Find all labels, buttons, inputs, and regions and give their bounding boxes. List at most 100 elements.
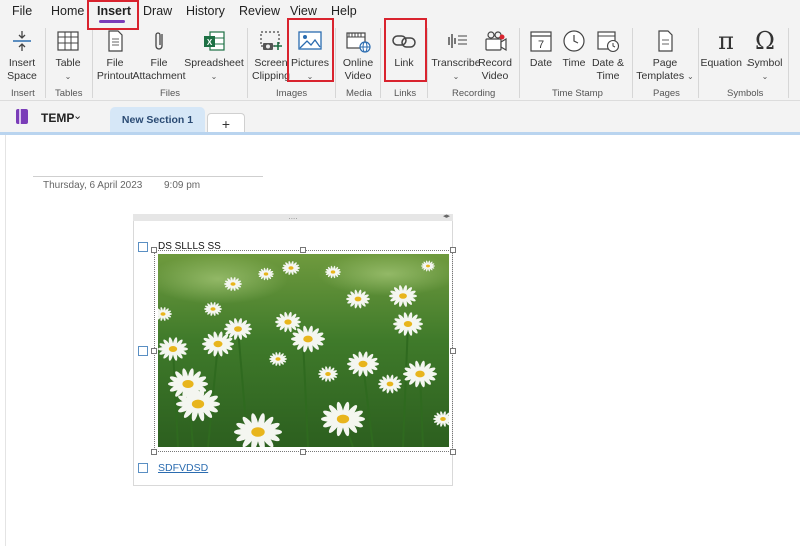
link-button[interactable]: Link <box>386 26 422 86</box>
chevron-down-icon: ⌄ <box>306 71 314 81</box>
insert-space-label-2: Space <box>7 69 37 82</box>
resize-handle[interactable] <box>300 449 306 455</box>
group-label-files: Files <box>160 88 181 99</box>
todo-checkbox[interactable] <box>138 242 148 252</box>
pictures-button[interactable]: Pictures ⌄ <box>290 26 330 86</box>
equation-label: Equation <box>700 57 742 69</box>
group-label-time-stamp: Time Stamp <box>552 88 603 99</box>
date-time-label-1: Date & <box>591 57 625 69</box>
insert-space-label-1: Insert <box>8 57 36 69</box>
chevron-down-icon: ⌄ <box>687 71 694 81</box>
insert-space-button[interactable]: Insert Space <box>4 26 40 86</box>
record-video-button[interactable]: Record Video <box>477 26 513 86</box>
chevron-down-icon: ⌄ <box>64 71 72 81</box>
page-title-field[interactable] <box>33 176 263 177</box>
menu-file[interactable]: File <box>12 4 32 18</box>
menu-history[interactable]: History <box>186 4 225 18</box>
page-time: 9:09 pm <box>164 180 201 191</box>
menu-home[interactable]: Home <box>51 4 84 18</box>
table-button[interactable]: Table ⌄ <box>50 26 86 86</box>
group-label-pages: Pages <box>653 88 680 99</box>
resize-handle[interactable] <box>151 449 157 455</box>
insert-space-icon <box>7 28 37 54</box>
notebook-bar: TEMP ⌄ New Section 1 + <box>0 101 800 133</box>
spreadsheet-label: Spreadsheet <box>184 57 244 69</box>
file-printout-label-2: Printout <box>96 69 134 82</box>
link-icon <box>389 28 419 54</box>
pictures-label: Pictures <box>291 57 329 69</box>
table-label: Table <box>55 57 81 69</box>
menu-view[interactable]: View <box>290 4 317 18</box>
ribbon: Insert Space Table ⌄ File Printout File Atta… <box>0 24 800 101</box>
group-label-tables: Tables <box>55 88 83 99</box>
screen-clipping-icon <box>256 28 286 54</box>
add-section-button[interactable]: + <box>207 113 245 133</box>
chevron-down-icon[interactable]: ⌄ <box>73 109 82 122</box>
ribbon-separator <box>247 28 248 98</box>
ribbon-separator <box>788 28 789 98</box>
omega-glyph: Ω <box>755 27 775 55</box>
daisy-photo[interactable] <box>158 254 449 447</box>
page-templates-button[interactable]: Page Templates ⌄ <box>636 26 694 86</box>
menu-draw[interactable]: Draw <box>143 4 172 18</box>
online-video-button[interactable]: Online Video <box>340 26 376 86</box>
file-attachment-button[interactable]: File Attachment <box>132 26 186 86</box>
menu-review[interactable]: Review <box>239 4 280 18</box>
online-video-label-1: Online <box>342 57 374 69</box>
drag-handle-dots: .... <box>288 212 298 221</box>
pi-glyph: π <box>718 27 734 55</box>
screen-clipping-button[interactable]: Screen Clipping <box>252 26 290 86</box>
group-label-media: Media <box>346 88 372 99</box>
resize-handle[interactable] <box>450 247 456 253</box>
spreadsheet-button[interactable]: X Spreadsheet ⌄ <box>184 26 244 86</box>
ribbon-separator <box>45 28 46 98</box>
notebook-icon <box>16 109 28 124</box>
chevron-down-icon: ⌄ <box>210 71 218 81</box>
active-tab-indicator <box>99 20 125 23</box>
record-video-label-1: Record <box>478 57 512 69</box>
page-templates-label-1: Page <box>652 57 678 69</box>
file-printout-icon <box>100 28 130 54</box>
transcribe-label: Transcribe <box>431 57 481 69</box>
resize-arrows-icon[interactable]: ◂▸ <box>443 213 450 220</box>
resize-handle[interactable] <box>300 247 306 253</box>
group-label-images: Images <box>276 88 308 99</box>
file-attachment-label-1: File <box>150 57 168 69</box>
chevron-down-icon: ⌄ <box>452 71 460 81</box>
date-time-label-2: Time <box>596 69 620 82</box>
chevron-down-icon: ⌄ <box>761 71 769 81</box>
ribbon-separator <box>380 28 381 98</box>
online-video-icon <box>343 28 373 54</box>
hyperlink-text[interactable]: SDFVDSD <box>158 462 208 474</box>
equation-button[interactable]: π Equation ⌄ <box>700 26 751 86</box>
resize-handle[interactable] <box>450 348 456 354</box>
screen-clipping-label-1: Screen <box>254 57 288 69</box>
transcribe-button[interactable]: Transcribe ⌄ <box>431 26 481 86</box>
note-container-handle[interactable]: .... ◂▸ <box>133 212 453 221</box>
ribbon-separator <box>427 28 428 98</box>
todo-checkbox[interactable] <box>138 463 148 473</box>
svg-text:X: X <box>207 38 213 47</box>
menu-insert[interactable]: Insert <box>97 4 131 18</box>
file-printout-label-1: File <box>106 57 124 69</box>
ribbon-separator <box>335 28 336 98</box>
notebook-name[interactable]: TEMP <box>41 111 74 125</box>
menu-help[interactable]: Help <box>331 4 357 18</box>
section-tab-new-section-1[interactable]: New Section 1 <box>110 107 205 133</box>
date-time-button[interactable]: Date & Time <box>590 26 626 86</box>
todo-checkbox[interactable] <box>138 346 148 356</box>
resize-handle[interactable] <box>450 449 456 455</box>
page-template-icon <box>650 28 680 54</box>
symbol-button[interactable]: Ω Symbol ⌄ <box>747 26 783 86</box>
time-button[interactable]: Time <box>558 26 590 86</box>
calendar-icon: 7 <box>526 28 556 54</box>
resize-handle[interactable] <box>151 348 157 354</box>
file-printout-button[interactable]: File Printout <box>97 26 133 86</box>
resize-handle[interactable] <box>151 247 157 253</box>
group-label-links: Links <box>394 88 417 99</box>
ribbon-separator <box>698 28 699 98</box>
record-video-label-2: Video <box>481 69 509 82</box>
screen-clipping-label-2: Clipping <box>252 69 290 82</box>
picture-icon <box>295 28 325 54</box>
date-button[interactable]: 7 Date <box>524 26 558 86</box>
